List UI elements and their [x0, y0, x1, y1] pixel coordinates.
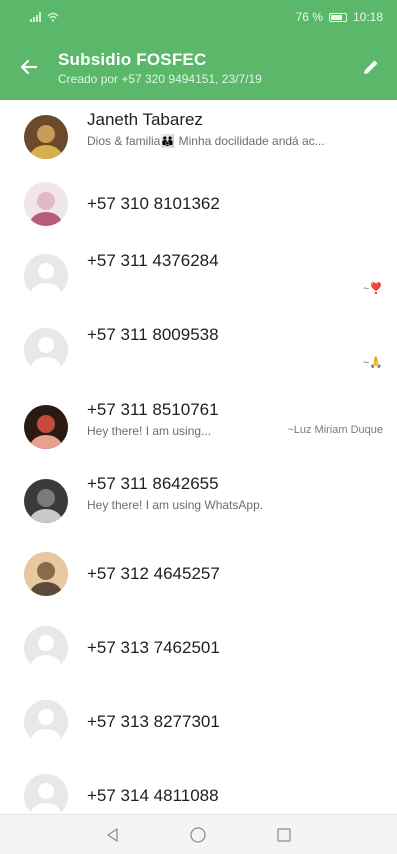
contact-name: +57 314 4811088: [87, 786, 219, 805]
clock: 10:18: [352, 10, 383, 24]
profile-photo[interactable]: [24, 182, 68, 226]
contact-about: Dios & familia👪 Minha docilidade andá ac…: [87, 134, 325, 148]
contact-name: Janeth Tabarez: [87, 110, 203, 129]
contact-row[interactable]: +57 311 8510761 Hey there! I am using... ~…: [0, 390, 397, 464]
nav-recents-button[interactable]: [269, 820, 299, 850]
contact-pushname: ~❣️: [362, 283, 383, 295]
recents-square-icon: [277, 827, 291, 842]
home-circle-icon: [190, 826, 207, 843]
signal-icon: [30, 12, 41, 22]
profile-photo[interactable]: [24, 405, 68, 449]
contact-row[interactable]: +57 311 4376284 ~❣️: [0, 240, 397, 314]
contact-name: +57 311 4376284: [87, 251, 219, 270]
default-avatar-icon[interactable]: [24, 774, 68, 814]
battery-icon: [328, 12, 347, 22]
default-avatar-icon[interactable]: [24, 328, 68, 372]
contact-name: +57 311 8510761: [87, 400, 219, 419]
status-right: 76 % 10:18: [296, 10, 383, 24]
wifi-icon: [47, 12, 59, 22]
contact-name: +57 313 7462501: [87, 638, 220, 657]
status-left: [30, 12, 59, 22]
edit-button[interactable]: [345, 34, 397, 100]
default-avatar-icon[interactable]: [24, 254, 68, 298]
group-subtitle: Creado por +57 320 9494151, 23/7/19: [58, 72, 262, 86]
profile-photo[interactable]: [24, 115, 68, 159]
app-header: Subsidio FOSFEC Creado por +57 320 94941…: [0, 34, 397, 100]
system-nav-bar: [0, 814, 397, 854]
contact-list: Janeth Tabarez Dios & familia👪 Minha doci…: [0, 100, 397, 814]
contact-row[interactable]: +57 310 8101362: [0, 168, 397, 242]
pencil-icon: [364, 60, 378, 74]
default-avatar-icon[interactable]: [24, 700, 68, 744]
contact-row[interactable]: +57 313 8277301: [0, 686, 397, 760]
contact-row[interactable]: +57 314 4811088: [0, 760, 397, 814]
contact-name: +57 311 8642655: [87, 474, 219, 493]
contact-row[interactable]: +57 312 4645257: [0, 538, 397, 612]
default-avatar-icon[interactable]: [24, 626, 68, 670]
nav-home-button[interactable]: [183, 820, 213, 850]
contact-row[interactable]: +57 313 7462501: [0, 612, 397, 686]
contact-row[interactable]: +57 311 8009538 ~🙏: [0, 314, 397, 388]
contact-pushname: ~Luz Miriam Duque: [287, 424, 383, 436]
back-button[interactable]: [0, 34, 58, 100]
back-arrow-icon: [20, 59, 38, 75]
contact-about: Hey there! I am using WhatsApp.: [87, 498, 264, 512]
contact-about: Hey there! I am using...: [87, 424, 212, 438]
contact-row[interactable]: Janeth Tabarez Dios & familia👪 Minha doci…: [0, 100, 397, 174]
contact-name: +57 312 4645257: [87, 564, 220, 583]
nav-back-button[interactable]: [98, 820, 128, 850]
contact-row[interactable]: +57 311 8642655 Hey there! I am using Wha…: [0, 464, 397, 538]
battery-percent: 76 %: [295, 10, 323, 24]
back-triangle-icon: [107, 827, 118, 842]
group-title: Subsidio FOSFEC: [58, 50, 207, 69]
group-info[interactable]: Subsidio FOSFEC Creado por +57 320 94941…: [58, 48, 345, 86]
status-bar: 76 % 10:18: [0, 0, 397, 34]
profile-photo[interactable]: [24, 552, 68, 596]
contact-name: +57 313 8277301: [87, 712, 220, 731]
contact-name: +57 311 8009538: [87, 325, 219, 344]
contact-name: +57 310 8101362: [87, 194, 220, 213]
profile-photo[interactable]: [24, 479, 68, 523]
contact-pushname: ~🙏: [362, 357, 383, 369]
